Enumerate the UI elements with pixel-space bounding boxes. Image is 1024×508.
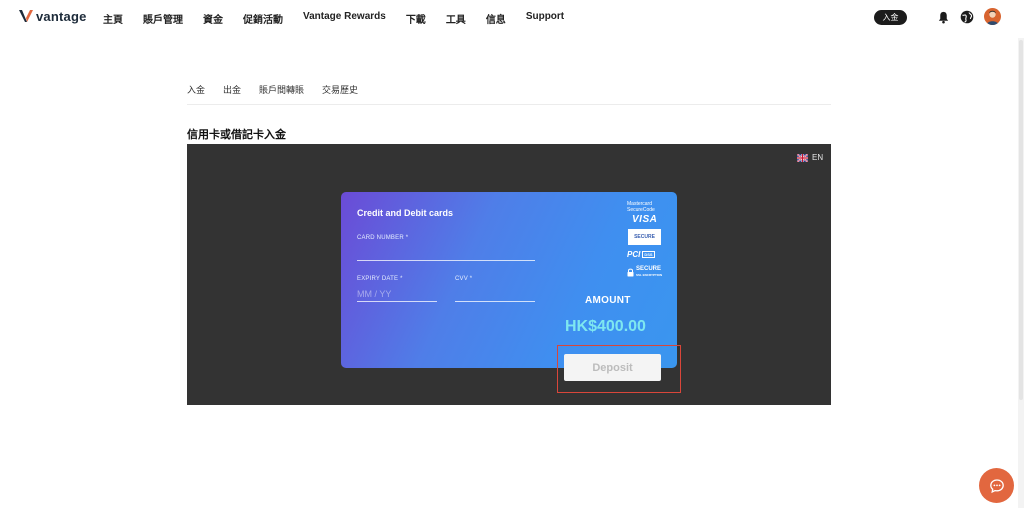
page-scrollbar-thumb[interactable] [1019,40,1023,400]
bell-icon[interactable] [937,11,950,24]
tab-withdraw[interactable]: 出金 [223,83,241,104]
visa-badge: VISA [632,214,658,225]
user-avatar-icon [986,10,999,25]
card-number-input[interactable] [357,245,535,259]
card-form-title: Credit and Debit cards [357,208,454,218]
chat-bubble-icon [989,478,1004,493]
nav-item-account-management[interactable]: 賬戶管理 [143,11,183,26]
cvv-label: CVV * [455,276,473,282]
language-label: EN [812,153,824,162]
mastercard-securecode-badge: Mastercard SecureCode [627,201,655,213]
nav-item-funds[interactable]: 資金 [203,11,223,26]
top-navigation-bar: vantage 主頁 賬戶管理 資金 促銷活動 Vantage Rewards … [0,0,1024,34]
nav-item-tools[interactable]: 工具 [446,11,466,26]
tab-deposit[interactable]: 入金 [187,83,205,104]
pci-badge-text: PCI [627,250,641,259]
tab-history[interactable]: 交易歷史 [322,83,358,104]
dss-badge-text: DSS [642,251,655,258]
secure-badge: SECURE [628,229,661,245]
uk-flag-icon [797,153,808,162]
tab-transfer[interactable]: 賬戶間轉賬 [259,83,304,104]
expiry-date-label: EXPIRY DATE * [357,276,403,282]
card-number-underline [357,260,535,261]
main-nav: 主頁 賬戶管理 資金 促銷活動 Vantage Rewards 下載 工具 信息… [103,11,584,26]
card-number-label: CARD NUMBER * [357,235,409,241]
cvv-underline [455,301,535,302]
avatar[interactable] [984,8,1001,25]
nav-item-home[interactable]: 主頁 [103,11,123,26]
pci-dss-badge: PCI DSS [627,250,655,259]
page-title: 信用卡或借記卡入金 [187,129,286,141]
deposit-button[interactable]: Deposit [564,354,661,381]
nav-item-support[interactable]: Support [526,11,564,26]
amount-label: AMOUNT [585,295,631,306]
vantage-logo-icon [19,10,33,22]
expiry-date-underline [357,301,437,302]
header-deposit-button[interactable]: 入金 [874,10,907,25]
nav-item-promotions[interactable]: 促銷活動 [243,11,283,26]
ssl-secure-badge: SECURE SSL ENCRYPTION [627,266,662,278]
funds-tabs: 入金 出金 賬戶間轉賬 交易歷史 [187,83,831,105]
ssl-badge-sub: SSL ENCRYPTION [636,273,663,277]
expiry-date-input[interactable] [357,287,437,300]
ssl-badge-text: SECURE SSL ENCRYPTION [636,266,662,278]
vantage-logo[interactable]: vantage [18,8,87,24]
cvv-input[interactable] [455,287,535,300]
nav-item-vantage-rewards[interactable]: Vantage Rewards [303,11,386,26]
nav-item-download[interactable]: 下載 [406,11,426,26]
lock-icon [627,268,634,276]
amount-value: HK$400.00 [565,318,646,335]
chat-button[interactable] [979,468,1014,503]
logo-text: vantage [36,8,87,24]
globe-icon[interactable] [960,10,974,24]
language-selector[interactable]: EN [797,153,823,162]
nav-item-messages[interactable]: 信息 [486,11,506,26]
